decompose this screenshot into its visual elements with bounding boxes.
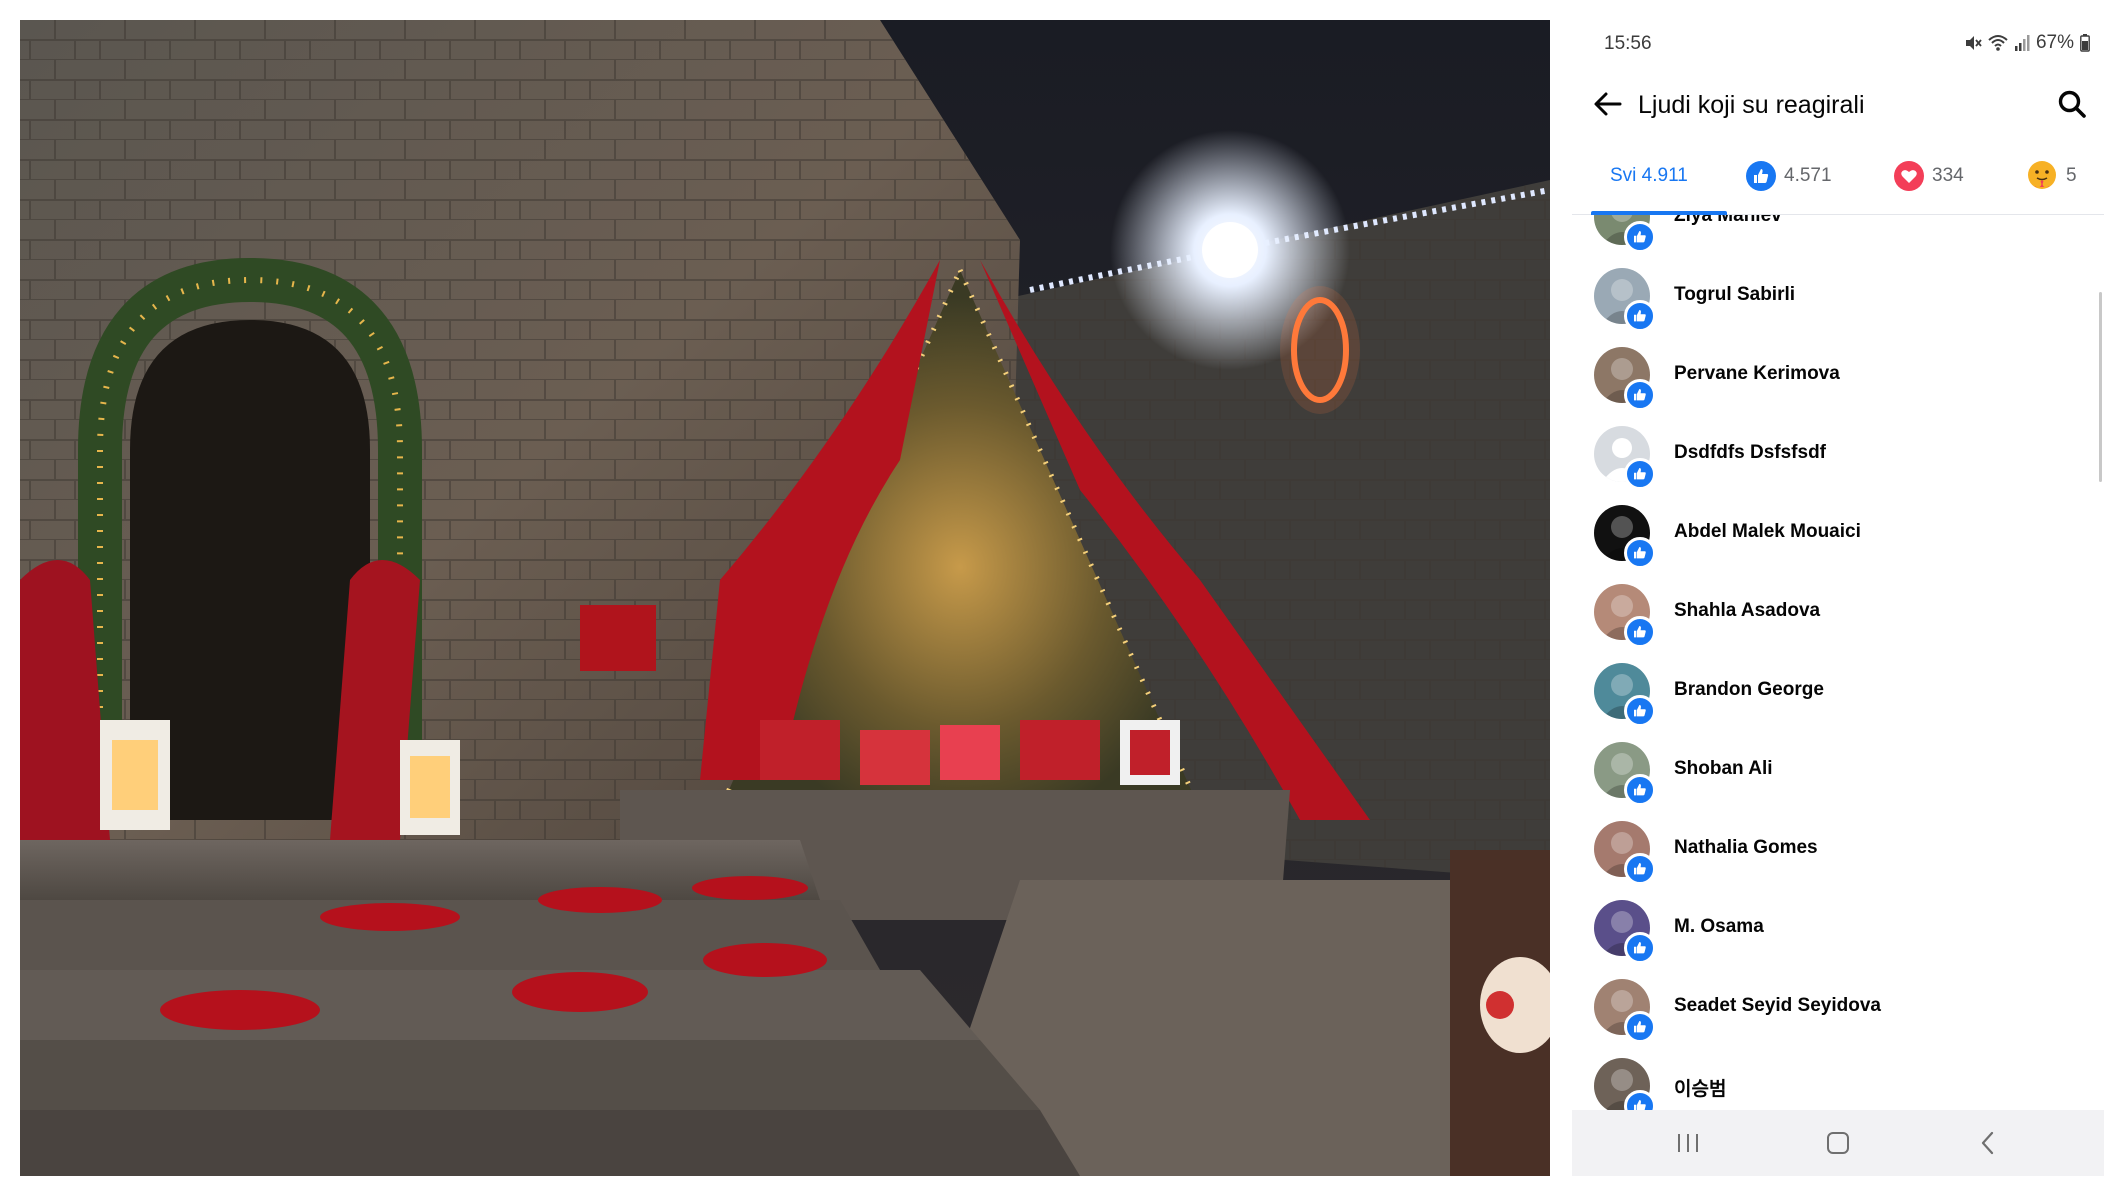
list-item[interactable]: M. Osama [1572, 892, 2104, 971]
app-bar: Ljudi koji su reagirali [1572, 70, 2104, 136]
list-item[interactable]: Seadet Seyid Seyidova [1572, 971, 2104, 1050]
reactor-name[interactable]: Togrul Sabirli [1674, 284, 1795, 306]
scrollbar[interactable] [2099, 292, 2102, 482]
mute-icon [1964, 34, 1982, 52]
status-time: 15:56 [1604, 33, 1652, 54]
tab-like-count: 4.571 [1784, 165, 1832, 186]
back-icon [1981, 1131, 1994, 1155]
like-icon [1624, 379, 1656, 411]
like-icon [1624, 458, 1656, 490]
search-button[interactable] [2050, 82, 2094, 126]
reactor-name[interactable]: 이승범 [1674, 1074, 1726, 1101]
reactor-name[interactable]: Nathalia Gomes [1674, 837, 1818, 859]
tab-love[interactable]: 334 [1894, 138, 1964, 214]
love-icon [1894, 161, 1924, 191]
reactors-list: Ziya Maniev Togrul Sabirli Pervane Kerimov… [1572, 215, 2104, 1114]
reaction-tabs: Svi 4.911 4.571 334 5 [1572, 138, 2104, 215]
christmas-castle-image [20, 20, 1550, 1176]
list-item[interactable]: Nathalia Gomes [1572, 813, 2104, 892]
list-item[interactable]: Shahla Asadova [1572, 576, 2104, 655]
reactor-name[interactable]: Shoban Ali [1674, 758, 1773, 780]
list-item[interactable]: 이승범 [1572, 1050, 2104, 1114]
status-icons: 67% [1964, 32, 2090, 54]
like-icon [1624, 1011, 1656, 1043]
home-icon [1827, 1132, 1849, 1154]
list-item[interactable]: Ziya Maniev [1572, 215, 2104, 260]
like-icon [1624, 616, 1656, 648]
battery-icon [2080, 34, 2090, 52]
wifi-icon [1988, 34, 2008, 52]
home-button[interactable] [1808, 1120, 1868, 1166]
tab-care[interactable]: 5 [2026, 138, 2077, 214]
care-icon [2028, 161, 2056, 189]
tab-all[interactable]: Svi 4.911 [1610, 138, 1688, 214]
page-title: Ljudi koji su reagirali [1638, 91, 1865, 119]
battery-percent: 67% [2035, 32, 2074, 53]
reactor-name[interactable]: Abdel Malek Mouaici [1674, 521, 1861, 543]
tab-all-label: Svi 4.911 [1610, 165, 1688, 186]
reactor-name[interactable]: Pervane Kerimova [1674, 363, 1840, 385]
tab-care-count: 5 [2066, 165, 2077, 186]
like-icon [1746, 161, 1776, 191]
list-item[interactable]: Pervane Kerimova [1572, 339, 2104, 418]
reactor-name[interactable]: Brandon George [1674, 679, 1824, 701]
search-icon [2058, 90, 2086, 118]
reactions-screen: 15:56 67% Ljudi koji su reagirali Svi 4.… [1572, 20, 2104, 1176]
like-icon [1624, 932, 1656, 964]
like-icon [1624, 221, 1656, 253]
like-icon [1624, 774, 1656, 806]
reactor-name[interactable]: Dsdfdfs Dsfsfsdf [1674, 442, 1826, 464]
reactor-name[interactable]: Shahla Asadova [1674, 600, 1820, 622]
signal-icon [2014, 34, 2030, 52]
status-bar: 15:56 67% [1572, 20, 2104, 66]
tab-like[interactable]: 4.571 [1746, 138, 1832, 214]
system-back-button[interactable] [1958, 1120, 2018, 1166]
reactor-name[interactable]: M. Osama [1674, 916, 1764, 938]
list-item[interactable]: Togrul Sabirli [1572, 260, 2104, 339]
like-icon [1624, 853, 1656, 885]
like-icon [1624, 695, 1656, 727]
list-item[interactable]: Dsdfdfs Dsfsfsdf [1572, 418, 2104, 497]
recent-apps-button[interactable] [1658, 1120, 1718, 1166]
post-photo[interactable] [20, 20, 1550, 1176]
like-icon [1624, 537, 1656, 569]
reactor-name[interactable]: Seadet Seyid Seyidova [1674, 995, 1881, 1017]
list-item[interactable]: Brandon George [1572, 655, 2104, 734]
screen: 15:56 67% Ljudi koji su reagirali Svi 4.… [0, 0, 2116, 1189]
arrow-left-icon [1594, 92, 1622, 116]
list-item[interactable]: Shoban Ali [1572, 734, 2104, 813]
like-icon [1624, 300, 1656, 332]
system-nav-bar [1572, 1110, 2104, 1176]
recent-apps-icon [1678, 1134, 1698, 1152]
reactor-name[interactable]: Ziya Maniev [1674, 215, 1782, 227]
tab-love-count: 334 [1932, 165, 1964, 186]
back-button[interactable] [1586, 82, 1630, 126]
list-item[interactable]: Abdel Malek Mouaici [1572, 497, 2104, 576]
